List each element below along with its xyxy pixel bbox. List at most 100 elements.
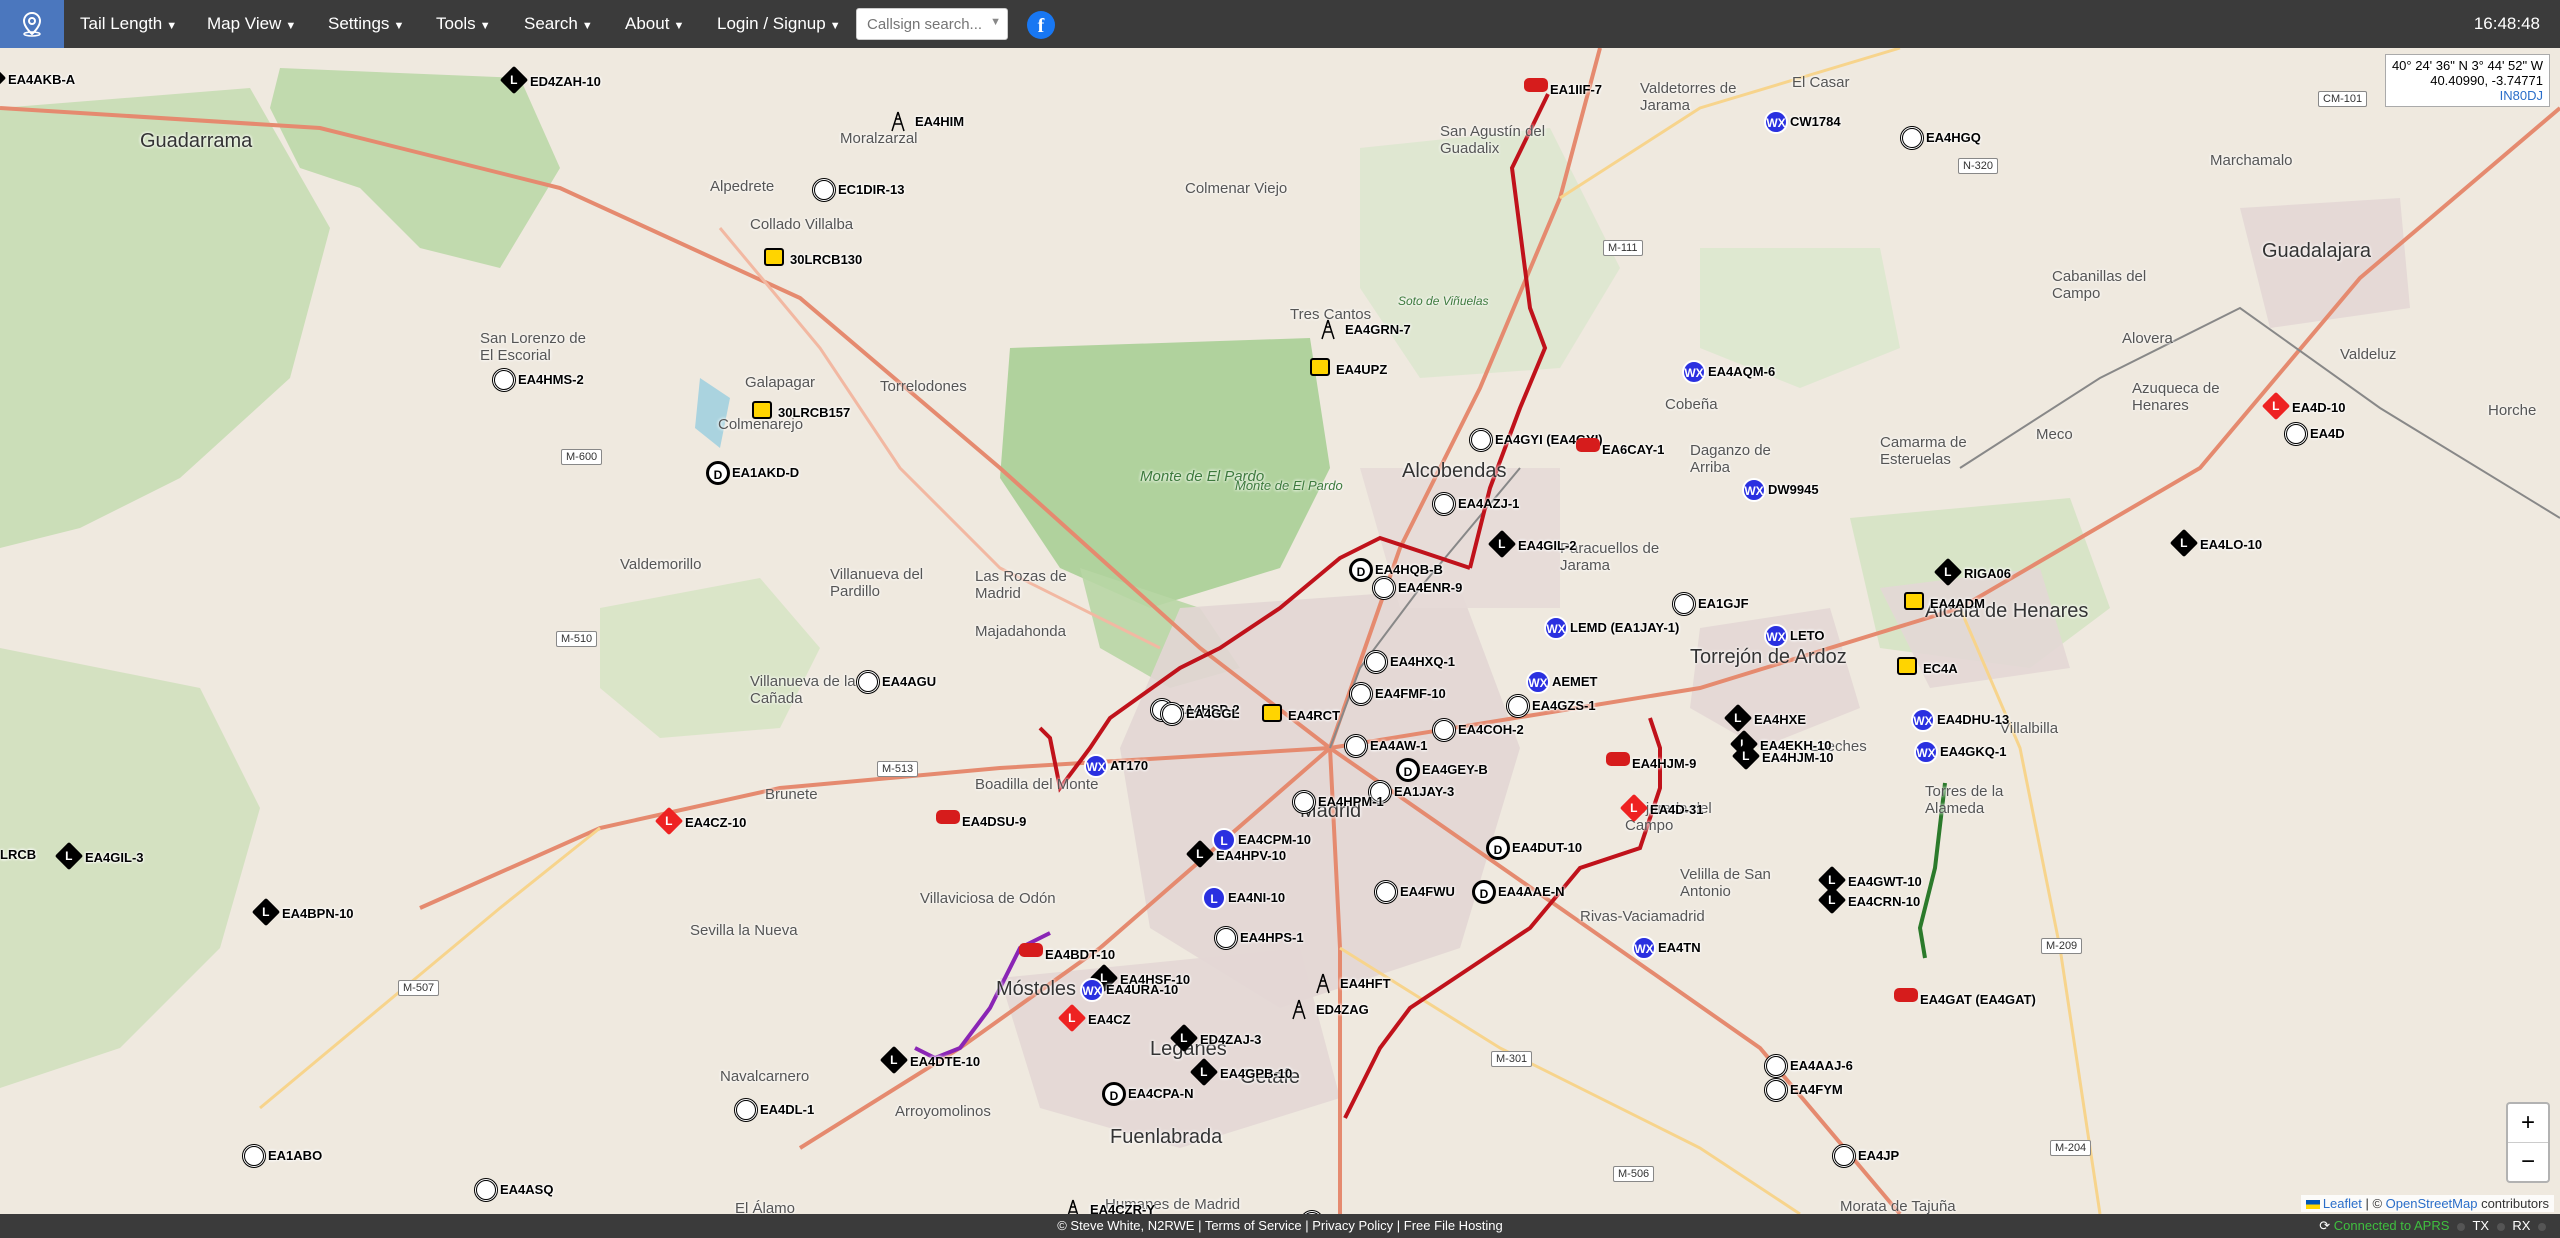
dstar-icon[interactable]: D: [1349, 558, 1373, 582]
zoom-out-button[interactable]: −: [2508, 1143, 2548, 1181]
digipeater-icon[interactable]: [1292, 790, 1316, 814]
station-label[interactable]: EA1GJF: [1698, 596, 1749, 611]
chevron-down-icon[interactable]: ▼: [990, 16, 1001, 28]
privacy-link[interactable]: Privacy Policy: [1312, 1218, 1393, 1233]
digipeater-icon[interactable]: [242, 1144, 266, 1168]
facebook-icon[interactable]: f: [1027, 11, 1055, 39]
station-label[interactable]: EA4NI-10: [1228, 890, 1285, 905]
weather-station-icon[interactable]: WX: [1084, 754, 1108, 778]
station-label[interactable]: EA4HPS-1: [1240, 930, 1304, 945]
weather-station-icon[interactable]: WX: [1764, 110, 1788, 134]
digipeater-icon[interactable]: [734, 1098, 758, 1122]
leaflet-link[interactable]: Leaflet: [2323, 1196, 2362, 1211]
station-label[interactable]: EA4CRN-10: [1848, 894, 1920, 909]
station-label[interactable]: EA4AW-1: [1370, 738, 1428, 753]
digipeater-icon[interactable]: [1344, 734, 1368, 758]
station-label[interactable]: 30LRCB157: [778, 405, 850, 420]
station-label[interactable]: EA4HPV-10: [1216, 848, 1286, 863]
weather-station-icon[interactable]: WX: [1914, 740, 1938, 764]
station-label[interactable]: EA4DTE-10: [910, 1054, 980, 1069]
callsign-search-input[interactable]: [865, 9, 989, 39]
station-label[interactable]: ED4ZAG: [1316, 1002, 1369, 1017]
tower-icon[interactable]: [1314, 972, 1338, 996]
car-icon[interactable]: [936, 810, 960, 824]
station-label[interactable]: ED4ZAJ-3: [1200, 1032, 1261, 1047]
osm-link[interactable]: OpenStreetMap: [2386, 1196, 2478, 1211]
weather-station-icon[interactable]: WX: [1632, 936, 1656, 960]
station-label[interactable]: EA1AKD-D: [732, 465, 799, 480]
station-label[interactable]: EA4CZ: [1088, 1012, 1131, 1027]
digipeater-icon[interactable]: [1764, 1078, 1788, 1102]
dstar-icon[interactable]: D: [1102, 1082, 1126, 1106]
station-label[interactable]: EA6CAY-1: [1602, 442, 1664, 457]
terms-link[interactable]: Terms of Service: [1205, 1218, 1302, 1233]
station-label[interactable]: EA4HMS-2: [518, 372, 584, 387]
menu-login-signup[interactable]: Login / Signup ▼: [717, 0, 841, 48]
station-label[interactable]: LETO: [1790, 628, 1824, 643]
station-label[interactable]: EA4BDT-10: [1045, 947, 1115, 962]
digipeater-icon[interactable]: [2284, 422, 2308, 446]
car-icon[interactable]: [1524, 78, 1548, 92]
station-label[interactable]: EA4GWT-10: [1848, 874, 1922, 889]
station-label[interactable]: EA4AAJ-6: [1790, 1058, 1853, 1073]
weather-station-icon[interactable]: WX: [1742, 478, 1766, 502]
zoom-in-button[interactable]: +: [2508, 1104, 2548, 1143]
station-label[interactable]: EA4GKQ-1: [1940, 744, 2006, 759]
menu-tools[interactable]: Tools ▼: [436, 0, 491, 48]
station-label[interactable]: EA4RCT: [1288, 708, 1340, 723]
digipeater-icon[interactable]: [1432, 492, 1456, 516]
station-label[interactable]: EA4DL-1: [760, 1102, 814, 1117]
weather-station-icon[interactable]: WX: [1911, 708, 1935, 732]
station-label[interactable]: 30LRCB130: [790, 252, 862, 267]
station-label[interactable]: EA4CZ-10: [685, 815, 746, 830]
lora-blue-icon[interactable]: L: [1202, 886, 1226, 910]
station-label[interactable]: EA4GIL-2: [1518, 538, 1577, 553]
station-label[interactable]: EA4GGL: [1186, 706, 1239, 721]
menu-search[interactable]: Search ▼: [524, 0, 593, 48]
station-label[interactable]: AEMET: [1552, 674, 1598, 689]
digipeater-icon[interactable]: [1469, 428, 1493, 452]
digipeater-icon[interactable]: [856, 670, 880, 694]
digipeater-icon[interactable]: [1672, 592, 1696, 616]
station-label[interactable]: EA4BPN-10: [282, 906, 354, 921]
car-icon[interactable]: [1894, 988, 1918, 1002]
station-label[interactable]: EA1IIF-7: [1550, 82, 1602, 97]
digipeater-icon[interactable]: [1349, 682, 1373, 706]
station-label[interactable]: LEMD (EA1JAY-1): [1570, 620, 1679, 635]
map-canvas[interactable]: Guadarrama Moralzarzal Alpedrete Collado…: [0, 48, 2560, 1214]
station-label[interactable]: EA4COH-2: [1458, 722, 1524, 737]
house-icon[interactable]: [1897, 657, 1917, 675]
station-label[interactable]: EA4ENR-9: [1398, 580, 1462, 595]
weather-station-icon[interactable]: WX: [1526, 670, 1550, 694]
weather-station-icon[interactable]: WX: [1080, 978, 1104, 1002]
dstar-icon[interactable]: D: [706, 461, 730, 485]
station-label[interactable]: EA1ABO: [268, 1148, 322, 1163]
station-label[interactable]: EA4HQB-B: [1375, 562, 1443, 577]
station-label[interactable]: EA4HJM-10: [1762, 750, 1834, 765]
digipeater-icon[interactable]: [1764, 1054, 1788, 1078]
station-label[interactable]: EA4CZR-Y: [1090, 1202, 1155, 1214]
station-label[interactable]: AT170: [1110, 758, 1148, 773]
station-label[interactable]: ED4ZAH-10: [530, 74, 601, 89]
tower-icon[interactable]: [1319, 318, 1343, 342]
station-label[interactable]: EA4AGU: [882, 674, 936, 689]
station-label[interactable]: EA1JAY-3: [1394, 784, 1454, 799]
digipeater-icon[interactable]: [1372, 576, 1396, 600]
station-label[interactable]: EC4A: [1923, 661, 1958, 676]
station-label[interactable]: CW1784: [1790, 114, 1841, 129]
digipeater-icon[interactable]: [812, 178, 836, 202]
station-label[interactable]: EA4GZS-1: [1532, 698, 1596, 713]
station-label[interactable]: EA4HFT: [1340, 976, 1391, 991]
weather-station-icon[interactable]: WX: [1682, 360, 1706, 384]
station-label[interactable]: RIGA06: [1964, 566, 2011, 581]
station-label[interactable]: EA4TN: [1658, 940, 1701, 955]
dstar-icon[interactable]: D: [1396, 758, 1420, 782]
station-label[interactable]: EA4HJM-9: [1632, 756, 1696, 771]
station-label[interactable]: EA4GRN-7: [1345, 322, 1411, 337]
station-label[interactable]: EA4GEY-B: [1422, 762, 1488, 777]
digipeater-icon[interactable]: [1160, 702, 1184, 726]
digipeater-icon[interactable]: [1364, 650, 1388, 674]
station-label[interactable]: EA4DSU-9: [962, 814, 1026, 829]
station-label[interactable]: EA4HXE: [1754, 712, 1806, 727]
house-icon[interactable]: [1904, 592, 1924, 610]
